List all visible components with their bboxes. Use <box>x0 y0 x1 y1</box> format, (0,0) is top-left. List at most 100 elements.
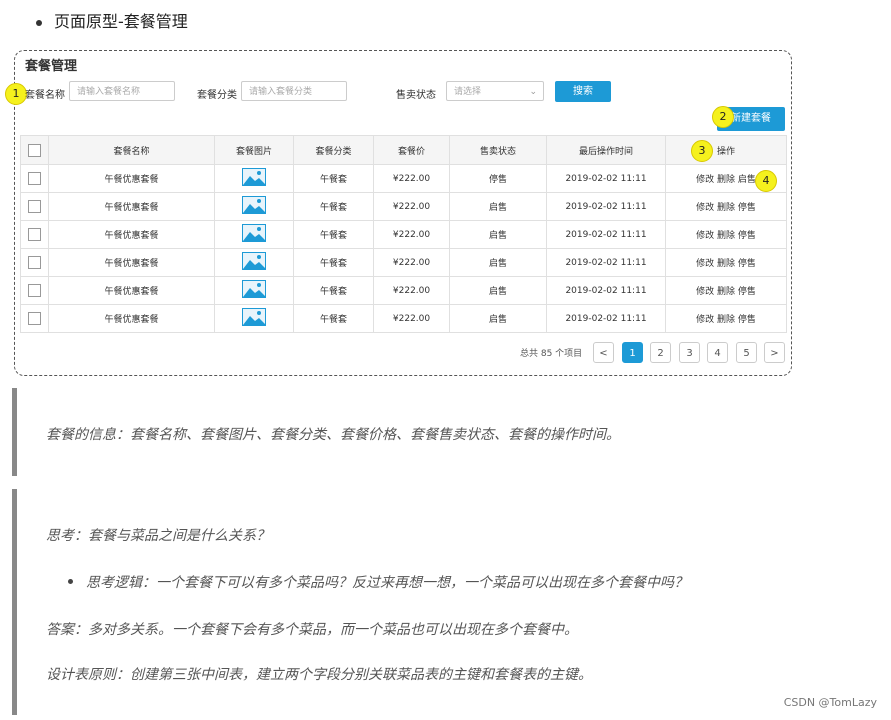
edit-link[interactable]: 修改 <box>696 315 714 325</box>
edit-link[interactable]: 修改 <box>696 231 714 241</box>
row-checkbox[interactable] <box>28 200 41 213</box>
pagination-page-3[interactable]: 3 <box>679 342 700 363</box>
toggle-sale-link[interactable]: 停售 <box>738 287 756 297</box>
image-icon <box>242 196 266 217</box>
cell-status: 启售 <box>449 248 547 277</box>
cell-price: ¥222.00 <box>373 192 450 221</box>
bullet-dot <box>36 19 42 26</box>
table-row: 午餐优惠套餐 午餐套 ¥222.00 启售 2019-02-02 11:11 修改 删除 … <box>20 276 787 305</box>
pagination-page-2[interactable]: 2 <box>650 342 671 363</box>
cell-price: ¥222.00 <box>373 248 450 277</box>
cell-status: 启售 <box>449 220 547 249</box>
pagination-page-4[interactable]: 4 <box>707 342 728 363</box>
cell-category: 午餐套 <box>293 248 374 277</box>
col-header-image: 套餐图片 <box>214 135 294 165</box>
delete-link[interactable]: 删除 <box>717 315 735 325</box>
page-bullet-text: 页面原型-套餐管理 <box>54 12 188 31</box>
edit-link[interactable]: 修改 <box>696 259 714 269</box>
cell-status: 启售 <box>449 304 547 333</box>
toggle-sale-link[interactable]: 停售 <box>738 231 756 241</box>
row-checkbox[interactable] <box>28 256 41 269</box>
principle-text: 设计表原则：创建第三张中间表，建立两个字段分别关联菜品表的主键和套餐表的主键。 <box>46 667 592 683</box>
delete-link[interactable]: 删除 <box>717 175 735 185</box>
status-filter-select[interactable]: 请选择 ⌄ <box>446 81 544 101</box>
edit-link[interactable]: 修改 <box>696 287 714 297</box>
col-header-status: 售卖状态 <box>449 135 547 165</box>
cell-status: 启售 <box>449 192 547 221</box>
cell-name: 午餐优惠套餐 <box>48 220 215 249</box>
pagination-total: 总共 85 个项目 <box>520 349 583 359</box>
image-icon <box>242 280 266 301</box>
blockquote-thinking <box>12 489 23 715</box>
cell-actions: 修改 删除 停售 <box>665 276 787 305</box>
question-text: 思考：套餐与菜品之间是什么关系？ <box>46 528 270 544</box>
delete-link[interactable]: 删除 <box>717 203 735 213</box>
image-icon <box>242 168 266 189</box>
search-button[interactable]: 搜索 <box>555 81 611 102</box>
marker-1: 1 <box>5 83 27 105</box>
table-header-row: 套餐名称 套餐图片 套餐分类 套餐价 售卖状态 最后操作时间 操作 <box>20 135 787 165</box>
pagination-page-5[interactable]: 5 <box>736 342 757 363</box>
chevron-down-icon: ⌄ <box>529 87 537 97</box>
status-select-placeholder: 请选择 <box>454 87 482 97</box>
pagination-prev-button[interactable]: < <box>593 342 614 363</box>
cell-name: 午餐优惠套餐 <box>48 164 215 193</box>
cell-price: ¥222.00 <box>373 304 450 333</box>
edit-link[interactable]: 修改 <box>696 203 714 213</box>
cell-time: 2019-02-02 11:11 <box>546 248 666 277</box>
marker-3: 3 <box>691 140 713 162</box>
cell-time: 2019-02-02 11:11 <box>546 220 666 249</box>
page-bullet: 页面原型-套餐管理 <box>36 8 188 32</box>
row-checkbox[interactable] <box>28 312 41 325</box>
row-checkbox[interactable] <box>28 172 41 185</box>
edit-link[interactable]: 修改 <box>696 175 714 185</box>
cell-category: 午餐套 <box>293 192 374 221</box>
select-all-checkbox[interactable] <box>28 143 41 157</box>
mockup-frame: 套餐管理 1 套餐名称 请输入套餐名称 套餐分类 请输入套餐分类 售卖状态 请选… <box>5 50 792 376</box>
cell-category: 午餐套 <box>293 304 374 333</box>
cell-actions: 修改 删除 停售 <box>665 248 787 277</box>
cell-price: ¥222.00 <box>373 276 450 305</box>
answer-text: 答案：多对多关系。一个套餐下会有多个菜品，而一个菜品也可以出现在多个套餐中。 <box>46 622 578 638</box>
table-row: 午餐优惠套餐 午餐套 ¥222.00 启售 2019-02-02 11:11 修改 删除 … <box>20 304 787 333</box>
cell-status: 停售 <box>449 164 547 193</box>
row-checkbox[interactable] <box>28 228 41 241</box>
cell-time: 2019-02-02 11:11 <box>546 192 666 221</box>
cell-time: 2019-02-02 11:11 <box>546 304 666 333</box>
cell-price: ¥222.00 <box>373 164 450 193</box>
cell-actions: 修改 删除 停售 <box>665 192 787 221</box>
bullet-dot <box>68 579 73 584</box>
image-icon <box>242 224 266 245</box>
table-row: 午餐优惠套餐 午餐套 ¥222.00 启售 2019-02-02 11:11 修改 删除 … <box>20 220 787 249</box>
col-header-actions: 操作 <box>665 135 787 165</box>
toggle-sale-link[interactable]: 停售 <box>738 203 756 213</box>
toggle-sale-link[interactable]: 停售 <box>738 315 756 325</box>
blockquote-info <box>12 388 23 476</box>
watermark: CSDN @TomLazy <box>783 696 877 709</box>
cell-status: 启售 <box>449 276 547 305</box>
package-table: 套餐名称 套餐图片 套餐分类 套餐价 售卖状态 最后操作时间 操作 午餐优惠套餐… <box>20 135 787 333</box>
cell-name: 午餐优惠套餐 <box>48 248 215 277</box>
pagination-next-button[interactable]: > <box>764 342 785 363</box>
delete-link[interactable]: 删除 <box>717 287 735 297</box>
toggle-sale-link[interactable]: 停售 <box>738 259 756 269</box>
cell-name: 午餐优惠套餐 <box>48 304 215 333</box>
col-header-name: 套餐名称 <box>48 135 215 165</box>
col-header-price: 套餐价 <box>373 135 450 165</box>
category-filter-input[interactable]: 请输入套餐分类 <box>241 81 347 101</box>
row-checkbox[interactable] <box>28 284 41 297</box>
table-row: 午餐优惠套餐 午餐套 ¥222.00 启售 2019-02-02 11:11 修改 删除 … <box>20 248 787 277</box>
toggle-sale-link[interactable]: 启售 <box>738 175 756 185</box>
cell-time: 2019-02-02 11:11 <box>546 164 666 193</box>
cell-category: 午餐套 <box>293 220 374 249</box>
pagination-page-1[interactable]: 1 <box>622 342 643 363</box>
cell-category: 午餐套 <box>293 164 374 193</box>
delete-link[interactable]: 删除 <box>717 259 735 269</box>
name-filter-input[interactable]: 请输入套餐名称 <box>69 81 175 101</box>
cell-actions: 修改 删除 停售 <box>665 304 787 333</box>
table-row: 午餐优惠套餐 午餐套 ¥222.00 停售 2019-02-02 11:11 修改 删除 … <box>20 164 787 193</box>
delete-link[interactable]: 删除 <box>717 231 735 241</box>
logic-text: 思考逻辑：一个套餐下可以有多个菜品吗？反过来再想一想，一个菜品可以出现在多个套餐… <box>86 575 688 591</box>
col-header-category: 套餐分类 <box>293 135 374 165</box>
marker-2: 2 <box>712 106 734 128</box>
